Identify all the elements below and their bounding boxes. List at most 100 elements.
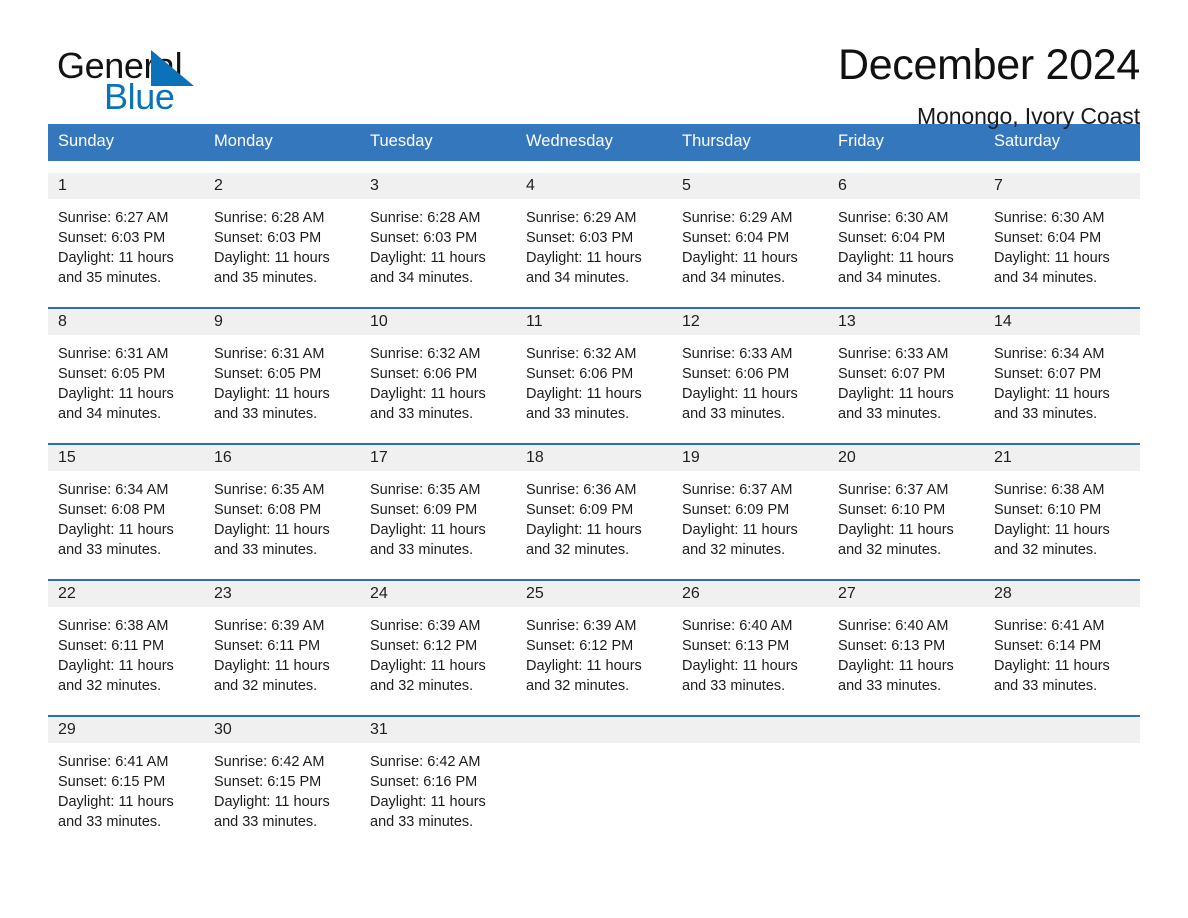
daylight-text-line1: Daylight: 11 hours <box>526 521 642 538</box>
day-number: 25 <box>526 584 544 602</box>
sunset-text: Sunset: 6:15 PM <box>58 773 166 790</box>
calendar-day-cell-5[interactable]: 5 Sunrise: 6:29 AM Sunset: 6:04 PM Dayli… <box>672 172 828 295</box>
day-number: 4 <box>526 176 535 194</box>
calendar-day-cell-31[interactable]: 31 Sunrise: 6:42 AM Sunset: 6:16 PM Dayl… <box>360 716 516 839</box>
daylight-text-line2: and 35 minutes. <box>214 269 318 286</box>
daylight-text-line2: and 33 minutes. <box>214 813 318 830</box>
day-number: 31 <box>370 720 388 738</box>
calendar-day-cell-17[interactable]: 17 Sunrise: 6:35 AM Sunset: 6:09 PM Dayl… <box>360 444 516 567</box>
calendar-day-cell-14[interactable]: 14 Sunrise: 6:34 AM Sunset: 6:07 PM Dayl… <box>984 308 1140 431</box>
day-number-band <box>984 716 1140 743</box>
sunrise-text: Sunrise: 6:28 AM <box>370 209 481 226</box>
calendar-day-cell-empty <box>984 716 1140 839</box>
day-details: Sunrise: 6:36 AM Sunset: 6:09 PM Dayligh… <box>516 471 672 560</box>
day-details: Sunrise: 6:37 AM Sunset: 6:09 PM Dayligh… <box>672 471 828 560</box>
sunrise-text: Sunrise: 6:39 AM <box>214 617 325 634</box>
daylight-text-line1: Daylight: 11 hours <box>370 385 486 402</box>
calendar-day-cell-28[interactable]: 28 Sunrise: 6:41 AM Sunset: 6:14 PM Dayl… <box>984 580 1140 703</box>
general-blue-logo[interactable]: General Blue <box>48 42 248 118</box>
daylight-text-line2: and 32 minutes. <box>58 677 162 694</box>
day-number: 14 <box>994 312 1012 330</box>
day-details: Sunrise: 6:35 AM Sunset: 6:08 PM Dayligh… <box>204 471 360 560</box>
calendar-day-cell-10[interactable]: 10 Sunrise: 6:32 AM Sunset: 6:06 PM Dayl… <box>360 308 516 431</box>
calendar-day-cell-30[interactable]: 30 Sunrise: 6:42 AM Sunset: 6:15 PM Dayl… <box>204 716 360 839</box>
daylight-text-line2: and 33 minutes. <box>58 813 162 830</box>
day-number: 26 <box>682 584 700 602</box>
day-number: 29 <box>58 720 76 738</box>
sunset-text: Sunset: 6:11 PM <box>58 637 165 654</box>
day-number-band: 27 <box>828 580 984 607</box>
calendar-day-cell-2[interactable]: 2 Sunrise: 6:28 AM Sunset: 6:03 PM Dayli… <box>204 172 360 295</box>
daylight-text-line2: and 33 minutes. <box>370 405 474 422</box>
daylight-text-line2: and 33 minutes. <box>838 405 942 422</box>
sunset-text: Sunset: 6:03 PM <box>526 229 634 246</box>
calendar-day-cell-19[interactable]: 19 Sunrise: 6:37 AM Sunset: 6:09 PM Dayl… <box>672 444 828 567</box>
day-number-band: 6 <box>828 172 984 199</box>
calendar-day-cell-3[interactable]: 3 Sunrise: 6:28 AM Sunset: 6:03 PM Dayli… <box>360 172 516 295</box>
calendar-day-cell-15[interactable]: 15 Sunrise: 6:34 AM Sunset: 6:08 PM Dayl… <box>48 444 204 567</box>
sunrise-text: Sunrise: 6:31 AM <box>58 345 169 362</box>
page-title: December 2024 <box>837 41 1140 89</box>
calendar-day-cell-26[interactable]: 26 Sunrise: 6:40 AM Sunset: 6:13 PM Dayl… <box>672 580 828 703</box>
sunrise-text: Sunrise: 6:35 AM <box>214 481 325 498</box>
day-number-band: 22 <box>48 580 204 607</box>
sunset-text: Sunset: 6:03 PM <box>58 229 166 246</box>
calendar-day-cell-29[interactable]: 29 Sunrise: 6:41 AM Sunset: 6:15 PM Dayl… <box>48 716 204 839</box>
daylight-text-line2: and 33 minutes. <box>838 677 942 694</box>
day-number: 15 <box>58 448 76 466</box>
calendar-day-cell-24[interactable]: 24 Sunrise: 6:39 AM Sunset: 6:12 PM Dayl… <box>360 580 516 703</box>
calendar-day-cell-25[interactable]: 25 Sunrise: 6:39 AM Sunset: 6:12 PM Dayl… <box>516 580 672 703</box>
daylight-text-line2: and 32 minutes. <box>214 677 318 694</box>
calendar-day-cell-1[interactable]: 1 Sunrise: 6:27 AM Sunset: 6:03 PM Dayli… <box>48 172 204 295</box>
day-details: Sunrise: 6:28 AM Sunset: 6:03 PM Dayligh… <box>204 199 360 288</box>
daylight-text-line1: Daylight: 11 hours <box>838 657 954 674</box>
day-details: Sunrise: 6:40 AM Sunset: 6:13 PM Dayligh… <box>828 607 984 696</box>
calendar-day-cell-9[interactable]: 9 Sunrise: 6:31 AM Sunset: 6:05 PM Dayli… <box>204 308 360 431</box>
calendar-day-cell-21[interactable]: 21 Sunrise: 6:38 AM Sunset: 6:10 PM Dayl… <box>984 444 1140 567</box>
calendar-day-cell-4[interactable]: 4 Sunrise: 6:29 AM Sunset: 6:03 PM Dayli… <box>516 172 672 295</box>
day-details: Sunrise: 6:30 AM Sunset: 6:04 PM Dayligh… <box>984 199 1140 288</box>
calendar-day-cell-6[interactable]: 6 Sunrise: 6:30 AM Sunset: 6:04 PM Dayli… <box>828 172 984 295</box>
sunset-text: Sunset: 6:04 PM <box>994 229 1102 246</box>
weekday-header-saturday: Saturday <box>994 132 1061 150</box>
calendar-day-cell-8[interactable]: 8 Sunrise: 6:31 AM Sunset: 6:05 PM Dayli… <box>48 308 204 431</box>
calendar-day-cell-23[interactable]: 23 Sunrise: 6:39 AM Sunset: 6:11 PM Dayl… <box>204 580 360 703</box>
sunset-text: Sunset: 6:05 PM <box>58 365 166 382</box>
daylight-text-line1: Daylight: 11 hours <box>58 793 174 810</box>
day-details: Sunrise: 6:34 AM Sunset: 6:08 PM Dayligh… <box>48 471 204 560</box>
day-number: 1 <box>58 176 67 194</box>
calendar-day-cell-12[interactable]: 12 Sunrise: 6:33 AM Sunset: 6:06 PM Dayl… <box>672 308 828 431</box>
day-number: 7 <box>994 176 1003 194</box>
daylight-text-line2: and 33 minutes. <box>214 405 318 422</box>
day-number-band: 8 <box>48 308 204 335</box>
sunset-text: Sunset: 6:15 PM <box>214 773 322 790</box>
daylight-text-line1: Daylight: 11 hours <box>58 657 174 674</box>
calendar-week-row-1: 1 Sunrise: 6:27 AM Sunset: 6:03 PM Dayli… <box>48 172 1140 295</box>
day-number-band: 11 <box>516 308 672 335</box>
calendar-day-cell-7[interactable]: 7 Sunrise: 6:30 AM Sunset: 6:04 PM Dayli… <box>984 172 1140 295</box>
daylight-text-line2: and 34 minutes. <box>58 405 162 422</box>
calendar-day-cell-13[interactable]: 13 Sunrise: 6:33 AM Sunset: 6:07 PM Dayl… <box>828 308 984 431</box>
calendar-day-cell-11[interactable]: 11 Sunrise: 6:32 AM Sunset: 6:06 PM Dayl… <box>516 308 672 431</box>
sunrise-text: Sunrise: 6:37 AM <box>682 481 793 498</box>
sunset-text: Sunset: 6:07 PM <box>838 365 946 382</box>
calendar-day-cell-22[interactable]: 22 Sunrise: 6:38 AM Sunset: 6:11 PM Dayl… <box>48 580 204 703</box>
daylight-text-line1: Daylight: 11 hours <box>214 249 330 266</box>
calendar-day-cell-20[interactable]: 20 Sunrise: 6:37 AM Sunset: 6:10 PM Dayl… <box>828 444 984 567</box>
sunset-text: Sunset: 6:04 PM <box>838 229 946 246</box>
daylight-text-line2: and 34 minutes. <box>526 269 630 286</box>
day-number: 5 <box>682 176 691 194</box>
sunrise-text: Sunrise: 6:32 AM <box>526 345 637 362</box>
calendar-day-cell-27[interactable]: 27 Sunrise: 6:40 AM Sunset: 6:13 PM Dayl… <box>828 580 984 703</box>
calendar-day-cell-18[interactable]: 18 Sunrise: 6:36 AM Sunset: 6:09 PM Dayl… <box>516 444 672 567</box>
weekday-header-friday: Friday <box>838 132 884 150</box>
day-details: Sunrise: 6:33 AM Sunset: 6:06 PM Dayligh… <box>672 335 828 424</box>
daylight-text-line1: Daylight: 11 hours <box>994 385 1110 402</box>
sunset-text: Sunset: 6:09 PM <box>682 501 790 518</box>
daylight-text-line2: and 32 minutes. <box>682 541 786 558</box>
day-details: Sunrise: 6:39 AM Sunset: 6:12 PM Dayligh… <box>516 607 672 696</box>
sunset-text: Sunset: 6:05 PM <box>214 365 322 382</box>
calendar-day-cell-16[interactable]: 16 Sunrise: 6:35 AM Sunset: 6:08 PM Dayl… <box>204 444 360 567</box>
weekday-header-thursday: Thursday <box>682 132 751 150</box>
day-details: Sunrise: 6:32 AM Sunset: 6:06 PM Dayligh… <box>516 335 672 424</box>
